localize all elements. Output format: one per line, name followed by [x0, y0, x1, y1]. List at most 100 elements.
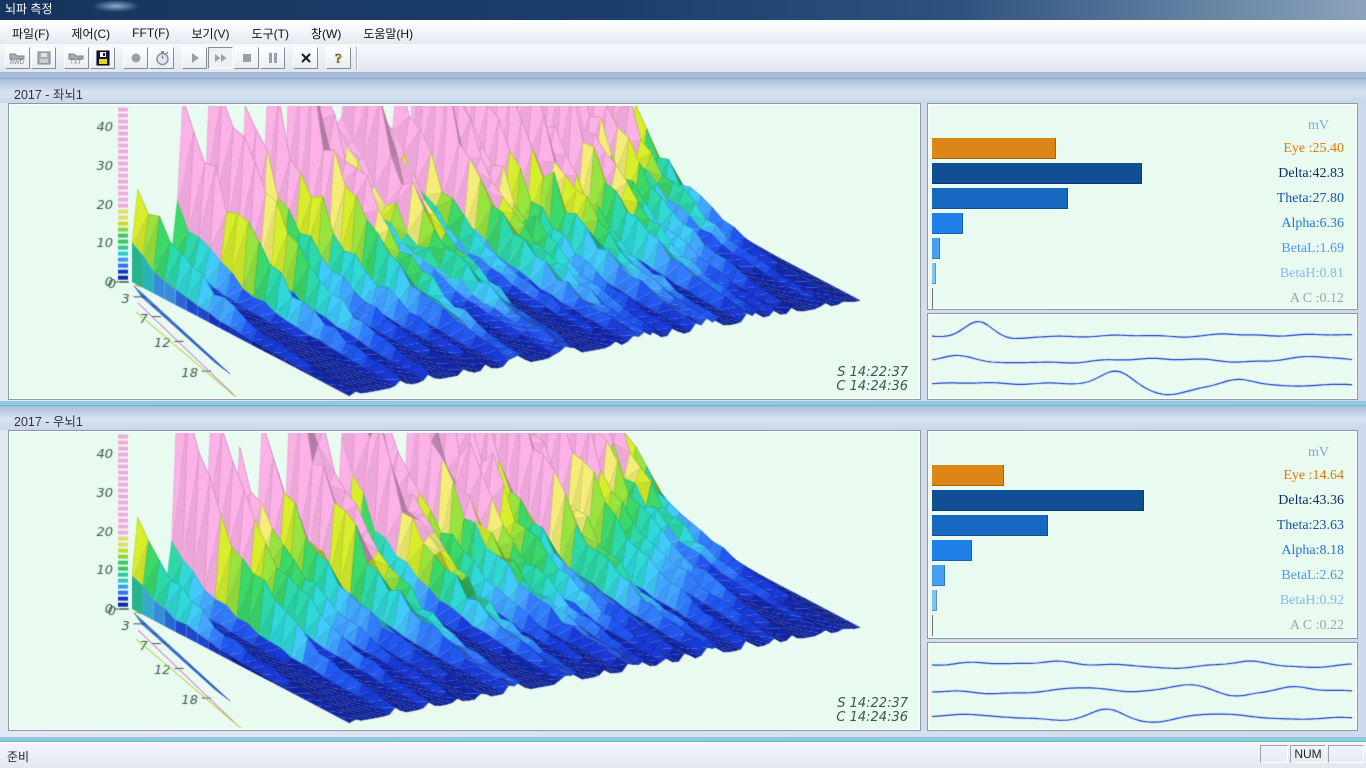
open-bwd-button[interactable]: BWD [5, 47, 30, 69]
bar-eye [932, 465, 1004, 486]
surface-chart-panel-right: S 14:22:37 C 14:24:36 [8, 430, 921, 731]
mdi-window-left-brain: 2017 - 좌뇌1 S 14:22:37 C 14:24:36 mV Eye … [0, 78, 1366, 405]
menu-fft[interactable]: FFT(F) [122, 23, 179, 43]
save-txt-button[interactable] [90, 47, 115, 69]
bar-label-a-c: A C :0.12 [1277, 286, 1344, 311]
svg-text:BWD: BWD [10, 60, 25, 66]
status-cell-cap [1260, 745, 1288, 763]
trace-canvas-right [930, 645, 1355, 728]
bar-betal [932, 238, 940, 259]
menu-window[interactable]: 창(W) [301, 22, 351, 45]
menu-help[interactable]: 도움말(H) [353, 22, 423, 45]
bar-label-alpha: Alpha:8.18 [1277, 538, 1344, 563]
unit-label: mV [1308, 445, 1329, 461]
help-button[interactable]: ? [326, 47, 351, 69]
trace-chart-panel-left [927, 313, 1358, 400]
menu-view[interactable]: 보기(V) [181, 22, 239, 45]
trace-chart-panel-right [927, 642, 1358, 731]
bar-label-theta: Theta:23.63 [1277, 513, 1344, 538]
left-brain-window-titlebar[interactable]: 2017 - 좌뇌1 [0, 78, 1366, 103]
titlebar-glow [92, 0, 140, 12]
bar-label-eye: Eye :14.64 [1277, 463, 1344, 488]
trace-canvas-left [930, 316, 1355, 397]
bar-betal [932, 565, 945, 586]
status-text: 준비 [7, 748, 29, 765]
bar-delta [932, 490, 1144, 511]
bar-theta [932, 188, 1068, 209]
close-x-icon [298, 50, 314, 66]
bar-label-betah: BetaH:0.92 [1277, 588, 1344, 613]
bar-label-eye: Eye :25.40 [1277, 136, 1344, 161]
menu-tools[interactable]: 도구(T) [242, 22, 299, 45]
status-cell-scrl [1328, 745, 1364, 763]
bar-label-alpha: Alpha:6.36 [1277, 211, 1344, 236]
fast-forward-icon [213, 50, 229, 66]
bar-betah [932, 263, 936, 284]
open-txt-button[interactable]: TXT [64, 47, 89, 69]
mdi-workspace: 2017 - 좌뇌1 S 14:22:37 C 14:24:36 mV Eye … [0, 73, 1366, 741]
surface-3d-canvas-right [11, 433, 918, 728]
floppy-disabled-icon [36, 50, 52, 66]
record-icon [128, 50, 144, 66]
bar-label-delta: Delta:42.83 [1277, 161, 1344, 186]
stopwatch-icon [154, 50, 170, 66]
folder-txt-icon: TXT [68, 50, 85, 66]
right-brain-window-titlebar[interactable]: 2017 - 우뇌1 [0, 405, 1366, 430]
timestamp-start: S 14:22:37 [836, 366, 908, 380]
bar-label-theta: Theta:27.80 [1277, 186, 1344, 211]
timestamps-right: S 14:22:37 C 14:24:36 [836, 697, 908, 725]
svg-text:TXT: TXT [70, 60, 82, 66]
bar-alpha [932, 540, 972, 561]
bar-label-betal: BetaL:1.69 [1277, 236, 1344, 261]
window-titlebar[interactable]: 뇌파 측정 [0, 0, 1366, 20]
close-button[interactable] [293, 47, 318, 69]
left-brain-window-body: S 14:22:37 C 14:24:36 mV Eye :25.40Delta… [0, 103, 1366, 401]
stop-icon [239, 50, 255, 66]
timestamp-start: S 14:22:37 [836, 697, 908, 711]
app-window: 뇌파 측정 파일(F) 제어(C) FFT(F) 보기(V) 도구(T) 창(W… [0, 0, 1366, 768]
bar-a-c [932, 288, 933, 309]
folder-bwd-icon: BWD [9, 50, 26, 66]
bar-label-delta: Delta:43.36 [1277, 488, 1344, 513]
svg-text:?: ? [335, 52, 342, 66]
save-bwd-button[interactable] [31, 47, 56, 69]
band-bar-chart-panel-right: mV Eye :14.64Delta:43.36Theta:23.63Alpha… [927, 430, 1358, 639]
bar-label-betah: BetaH:0.81 [1277, 261, 1344, 286]
pause-icon [265, 50, 281, 66]
bar-betah [932, 590, 937, 611]
timestamp-current: C 14:24:36 [836, 380, 908, 394]
band-bar-chart-panel-left: mV Eye :25.40Delta:42.83Theta:27.80Alpha… [927, 103, 1358, 310]
pause-button[interactable] [260, 47, 285, 69]
timestamps-left: S 14:22:37 C 14:24:36 [836, 366, 908, 394]
labels-column: Eye :25.40Delta:42.83Theta:27.80Alpha:6.… [1277, 136, 1344, 311]
play-icon [187, 50, 203, 66]
surface-chart-panel-left: S 14:22:37 C 14:24:36 [8, 103, 921, 400]
stop-button[interactable] [234, 47, 259, 69]
timer-button[interactable] [149, 47, 174, 69]
num-indicator: NUM [1290, 745, 1326, 763]
mdi-window-right-brain: 2017 - 우뇌1 S 14:22:37 C 14:24:36 mV Eye … [0, 405, 1366, 741]
bar-delta [932, 163, 1142, 184]
bar-alpha [932, 213, 963, 234]
record-button[interactable] [123, 47, 148, 69]
statusbar: 준비 NUM [0, 741, 1366, 768]
timestamp-current: C 14:24:36 [836, 711, 908, 725]
bar-label-betal: BetaL:2.62 [1277, 563, 1344, 588]
fast-forward-button[interactable] [208, 47, 233, 69]
bars-column [932, 465, 1232, 640]
menu-control[interactable]: 제어(C) [61, 22, 120, 45]
toolbar: BWD TXT [0, 44, 1366, 73]
play-button[interactable] [182, 47, 207, 69]
surface-3d-canvas-left [11, 106, 918, 397]
window-title: 뇌파 측정 [5, 2, 53, 16]
left-brain-window-title: 2017 - 좌뇌1 [14, 88, 83, 102]
help-question-icon: ? [331, 50, 347, 66]
right-brain-window-body: S 14:22:37 C 14:24:36 mV Eye :14.64Delta… [0, 430, 1366, 737]
labels-column: Eye :14.64Delta:43.36Theta:23.63Alpha:8.… [1277, 463, 1344, 638]
right-brain-window-title: 2017 - 우뇌1 [14, 415, 83, 429]
bar-label-a-c: A C :0.22 [1277, 613, 1344, 638]
menu-file[interactable]: 파일(F) [2, 22, 59, 45]
bar-theta [932, 515, 1048, 536]
bar-a-c [932, 615, 933, 636]
bar-eye [932, 138, 1056, 159]
